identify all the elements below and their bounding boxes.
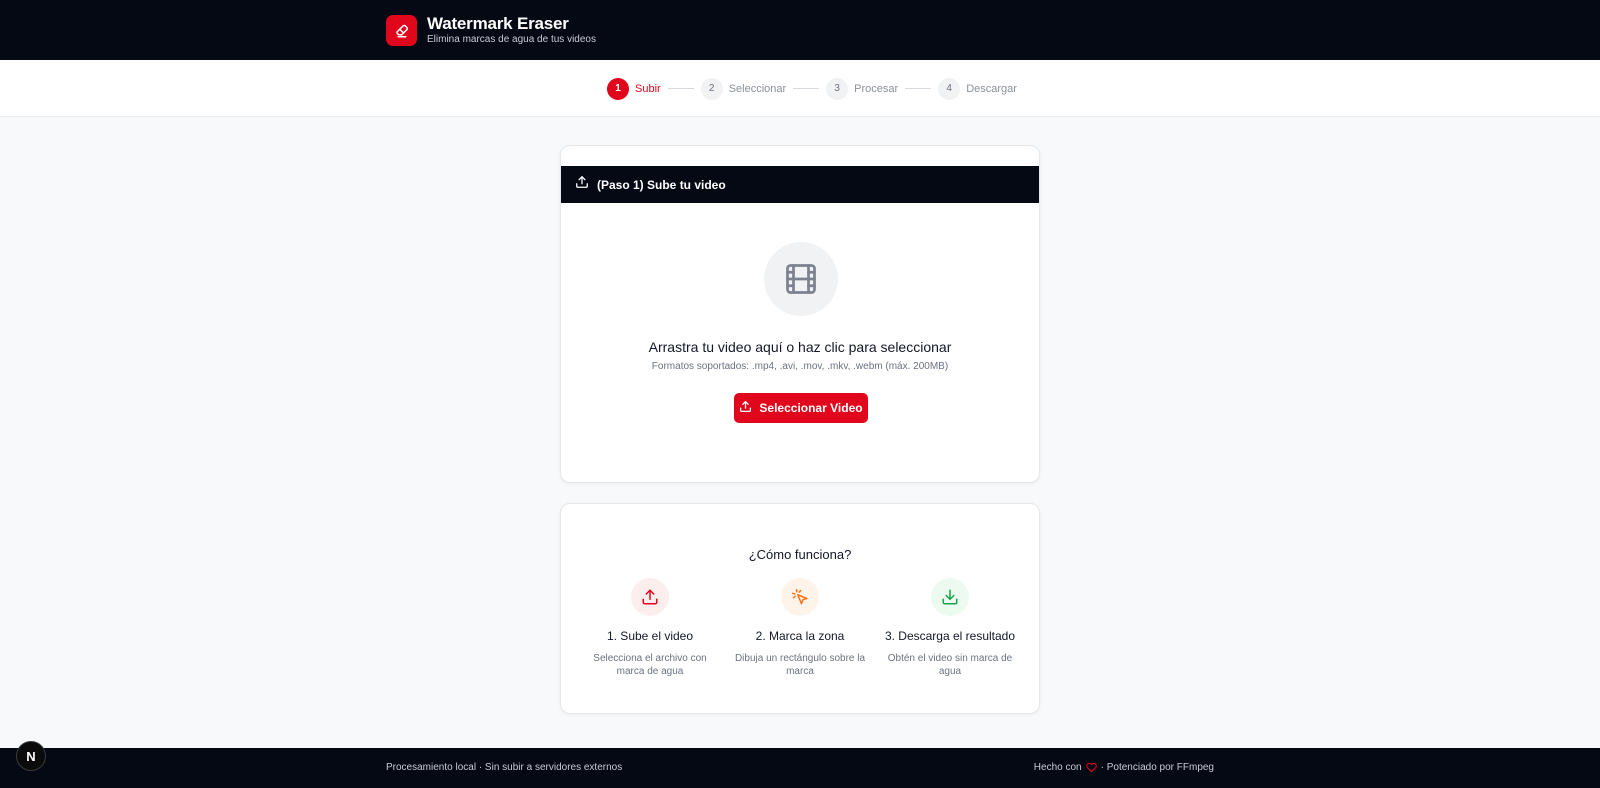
footer-made-with: Hecho con — [1033, 762, 1082, 773]
supported-formats: Formatos soportados: .mp4, .avi, .mov, .… — [651, 361, 949, 372]
app-subtitle: Elimina marcas de agua de tus videos — [427, 34, 596, 45]
how-it-works-title: ¿Cómo funciona? — [748, 547, 852, 562]
how-step-desc: Obtén el video sin marca de agua — [887, 653, 1013, 677]
step-number: 4 — [938, 77, 961, 100]
drop-zone-title: Arrastra tu video aquí o haz clic para s… — [648, 339, 952, 355]
footer-powered-by: · Potenciado por FFmpeg — [1100, 762, 1214, 773]
step-connector — [905, 88, 932, 89]
how-it-works-card: ¿Cómo funciona? 1. Sube el video Selecci… — [560, 503, 1040, 714]
pointer-click-icon — [781, 578, 819, 616]
how-step-title: 1. Sube el video — [606, 629, 694, 643]
app-title: Watermark Eraser — [427, 14, 569, 33]
upload-icon — [575, 175, 589, 194]
dev-tools-badge[interactable]: N — [16, 741, 46, 771]
how-step-title: 3. Descarga el resultado — [884, 629, 1016, 643]
footer-privacy-note: Procesamiento local · Sin subir a servid… — [386, 762, 623, 773]
how-step-upload: 1. Sube el video Selecciona el archivo c… — [575, 578, 725, 678]
step-download: 4 Descargar — [938, 77, 1017, 100]
step-process: 3 Procesar — [826, 77, 899, 100]
upload-card-header: (Paso 1) Sube tu video — [561, 166, 1039, 203]
step-label: Descargar — [966, 82, 1017, 95]
how-step-desc: Selecciona el archivo con marca de agua — [593, 653, 707, 677]
step-connector — [667, 88, 694, 89]
step-connector — [793, 88, 820, 89]
step-label: Procesar — [854, 82, 899, 95]
step-number: 1 — [607, 77, 629, 100]
step-select: 2 Seleccionar — [700, 77, 787, 100]
upload-icon — [739, 400, 752, 416]
step-label: Subir — [635, 82, 661, 95]
how-step-title: 2. Marca la zona — [755, 629, 845, 643]
step-label: Seleccionar — [728, 82, 787, 95]
upload-icon — [631, 578, 669, 616]
how-step-mark: 2. Marca la zona Dibuja un rectángulo so… — [725, 578, 875, 678]
eraser-icon — [386, 14, 417, 46]
upload-card[interactable]: (Paso 1) Sube tu video Arrastra tu video… — [560, 145, 1040, 483]
download-icon — [931, 578, 969, 616]
select-video-button[interactable]: Seleccionar Video — [734, 393, 868, 423]
brand[interactable]: Watermark Eraser Elimina marcas de agua … — [386, 14, 596, 46]
stepper: 1 Subir 2 Seleccionar 3 Procesar 4 Desca… — [607, 77, 1017, 100]
app-footer: Procesamiento local · Sin subir a servid… — [0, 748, 1600, 788]
step-number: 2 — [700, 77, 723, 100]
heart-icon — [1085, 762, 1097, 773]
step-upload: 1 Subir — [607, 77, 661, 100]
film-icon — [764, 242, 838, 316]
select-video-label: Seleccionar Video — [759, 401, 863, 415]
upload-card-title: (Paso 1) Sube tu video — [597, 177, 726, 192]
stepper-bar: 1 Subir 2 Seleccionar 3 Procesar 4 Desca… — [0, 60, 1600, 117]
app-header: Watermark Eraser Elimina marcas de agua … — [0, 0, 1600, 60]
how-step-download: 3. Descarga el resultado Obtén el video … — [875, 578, 1025, 678]
how-step-desc: Dibuja un rectángulo sobre la marca — [734, 653, 866, 677]
footer-credits: Hecho con · Potenciado por FFmpeg — [1034, 762, 1214, 773]
step-number: 3 — [826, 77, 849, 100]
